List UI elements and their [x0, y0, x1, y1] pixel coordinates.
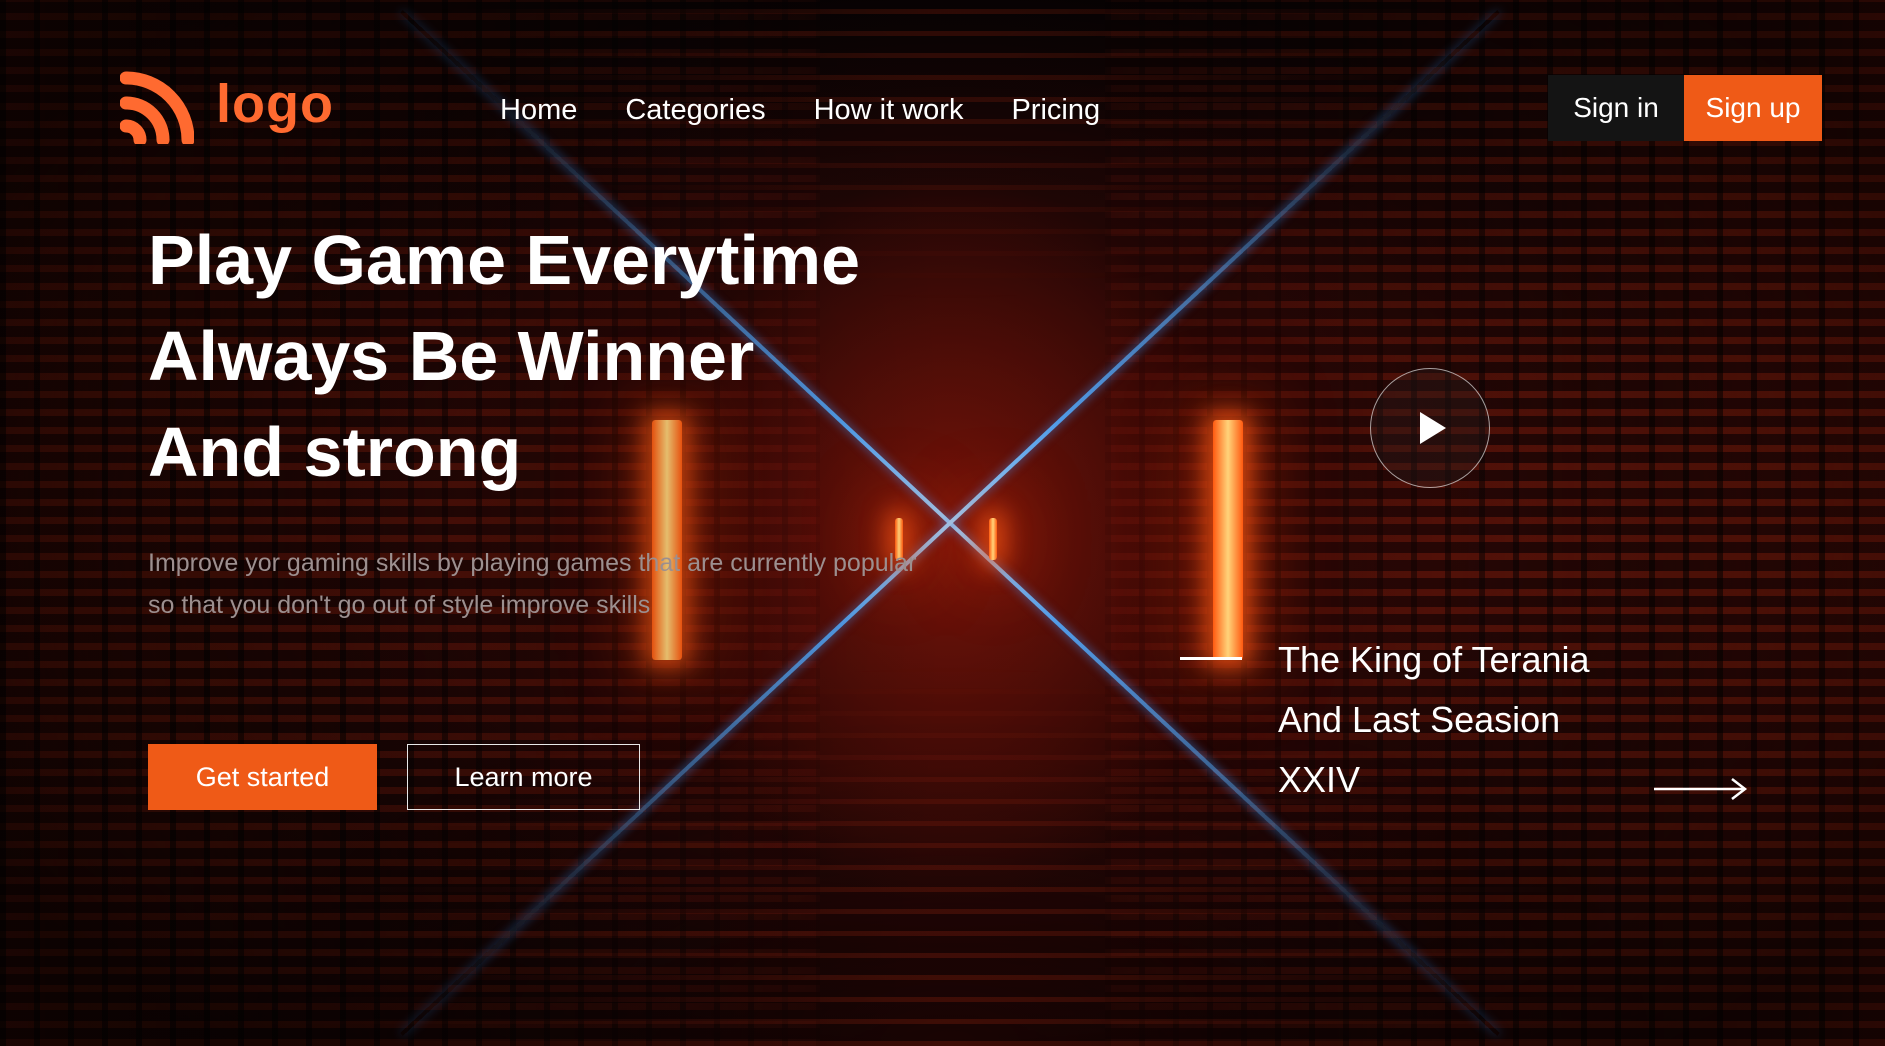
hero-cta-group: Get started Learn more [148, 744, 640, 810]
arrow-right-icon[interactable] [1654, 776, 1748, 802]
feature-title-line: XXIV [1278, 759, 1361, 800]
feature-title-line: The King of Terania [1278, 639, 1590, 680]
content-shade [0, 0, 950, 1046]
nav-item-categories[interactable]: Categories [625, 90, 765, 130]
auth-buttons: Sign in Sign up [1548, 75, 1822, 141]
logo[interactable]: logo [120, 70, 334, 144]
nav-item-home[interactable]: Home [500, 90, 577, 130]
learn-more-button[interactable]: Learn more [407, 744, 640, 810]
hero-background [0, 0, 1885, 1046]
main-nav: Home Categories How it work Pricing [500, 90, 1100, 130]
sign-in-button[interactable]: Sign in [1548, 75, 1684, 141]
feature-title: The King of Terania And Last Seasion XXI… [1278, 630, 1698, 810]
feature-title-line: And Last Seasion [1278, 699, 1561, 740]
nav-item-pricing[interactable]: Pricing [1011, 90, 1100, 130]
play-icon [1420, 412, 1446, 444]
logo-text: logo [216, 74, 334, 134]
hero-title: Play Game Everytime Always Be Winner And… [148, 212, 968, 500]
hero-title-line: Play Game Everytime [148, 221, 861, 299]
feature-divider [1180, 657, 1242, 660]
hero-title-line: Always Be Winner [148, 317, 755, 395]
get-started-button[interactable]: Get started [148, 744, 377, 810]
play-video-button[interactable] [1370, 368, 1490, 488]
nav-item-how-it-work[interactable]: How it work [814, 90, 964, 130]
sign-up-button[interactable]: Sign up [1684, 75, 1822, 141]
rss-icon [120, 71, 194, 144]
hero-description: Improve yor gaming skills by playing gam… [148, 549, 917, 619]
hero-title-line: And strong [148, 413, 522, 491]
